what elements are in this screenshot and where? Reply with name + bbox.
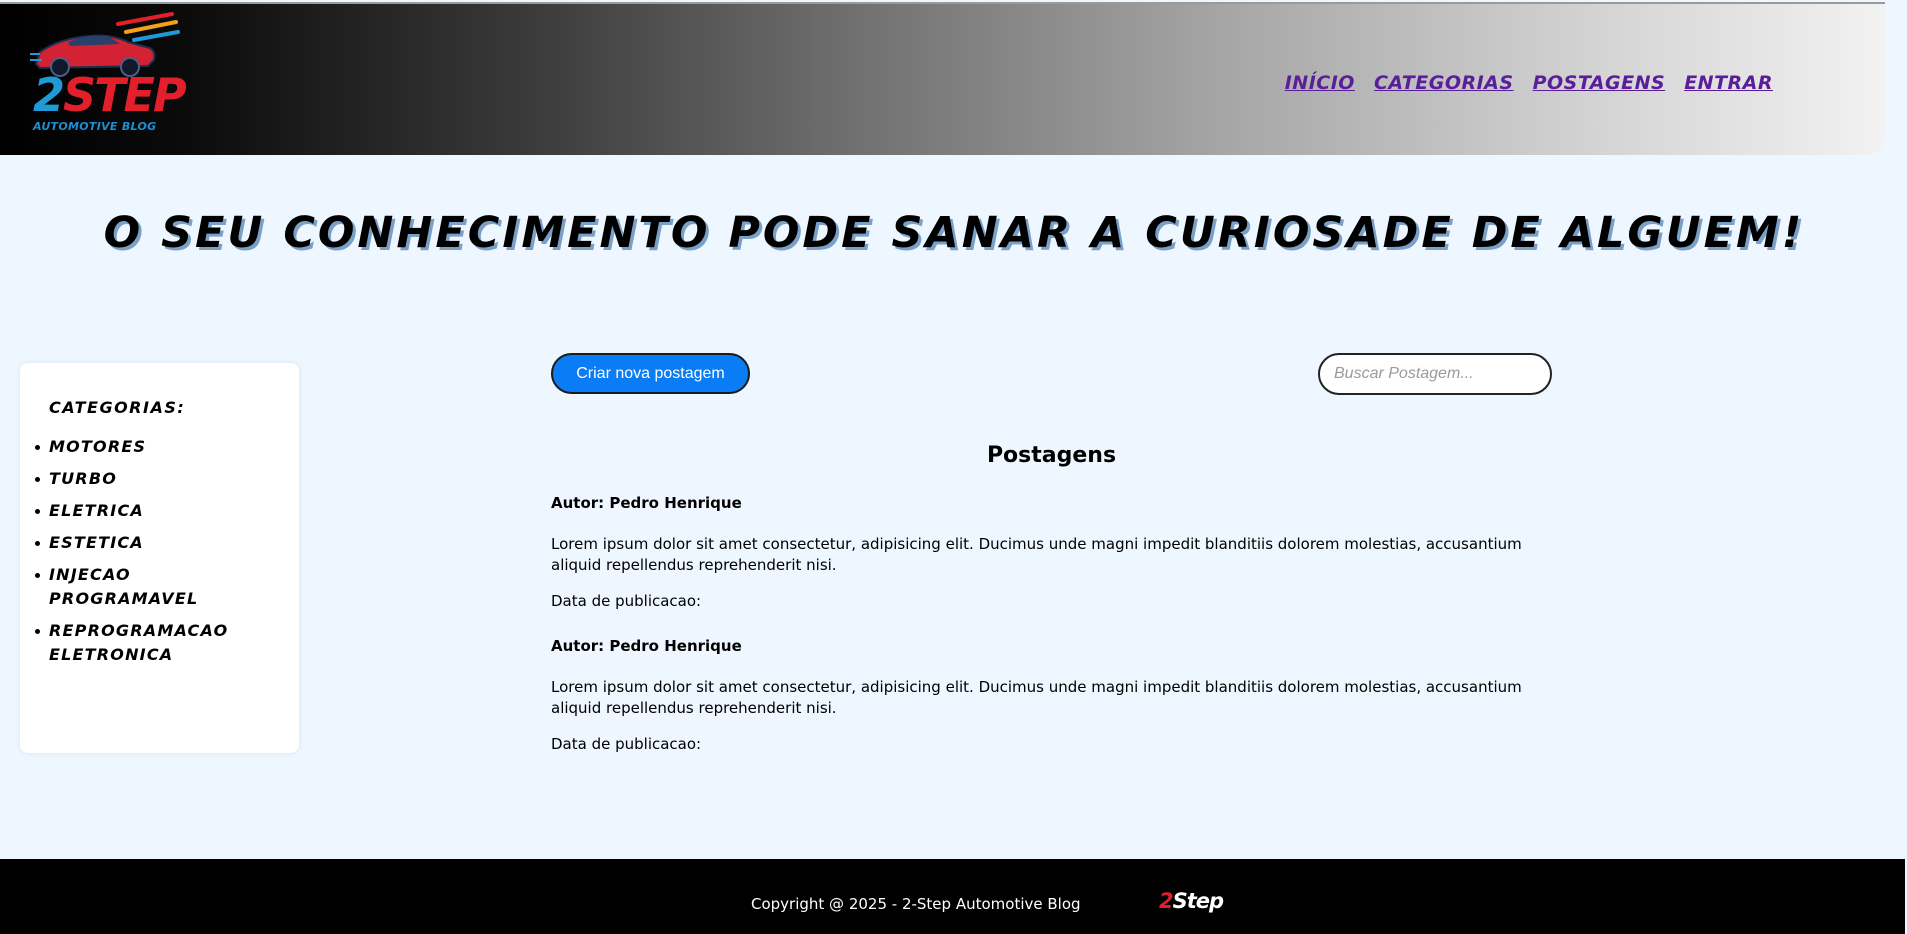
sidebar-item-eletrica[interactable]: ELETRICA xyxy=(35,499,284,523)
footer-copyright: Copyright @ 2025 - 2-Step Automotive Blo… xyxy=(751,895,1081,913)
post-author: Autor: Pedro Henrique xyxy=(551,494,742,512)
footer-logo: 2Step xyxy=(1159,889,1224,913)
post-date: Data de publicacao: xyxy=(551,592,702,610)
main-nav: INÍCIO CATEGORIAS POSTAGENS ENTRAR xyxy=(1285,72,1773,94)
create-post-button[interactable]: Criar nova postagem xyxy=(551,353,750,394)
post-body: Lorem ipsum dolor sit amet consectetur, … xyxy=(551,678,1522,717)
logo-word: STEP xyxy=(63,68,187,122)
post-body: Lorem ipsum dolor sit amet consectetur, … xyxy=(551,535,1522,574)
post-author: Autor: Pedro Henrique xyxy=(551,637,742,655)
hero-title: O SEU CONHECIMENTO PODE SANAR A CURIOSAD… xyxy=(103,208,1805,258)
footer-logo-number: 2 xyxy=(1159,889,1174,913)
site-footer: Copyright @ 2025 - 2-Step Automotive Blo… xyxy=(0,859,1905,934)
categories-sidebar: CATEGORIAS: MOTORES TURBO ELETRICA ESTET… xyxy=(20,363,299,753)
sidebar-item-motores[interactable]: MOTORES xyxy=(35,435,284,459)
sidebar-item-estetica[interactable]: ESTETICA xyxy=(35,531,284,555)
sidebar-title: CATEGORIAS: xyxy=(49,398,186,417)
search-input[interactable] xyxy=(1318,353,1552,395)
nav-link-entrar[interactable]: ENTRAR xyxy=(1684,72,1773,94)
posts-heading: Postagens xyxy=(986,443,1117,468)
categories-list: MOTORES TURBO ELETRICA ESTETICA INJECAO … xyxy=(35,435,284,675)
nav-link-categorias[interactable]: CATEGORIAS xyxy=(1374,72,1514,94)
post-item: Autor: Pedro Henrique Lorem ipsum dolor … xyxy=(551,637,1531,753)
logo-number: 2 xyxy=(33,68,65,122)
sidebar-item-injecao-programavel[interactable]: INJECAO PROGRAMAVEL xyxy=(35,563,284,611)
post-item: Autor: Pedro Henrique Lorem ipsum dolor … xyxy=(551,494,1531,610)
sidebar-item-turbo[interactable]: TURBO xyxy=(35,467,284,491)
footer-logo-word: Step xyxy=(1172,889,1224,913)
nav-link-inicio[interactable]: INÍCIO xyxy=(1285,72,1355,94)
site-header: 2STEP AUTOMOTIVE BLOG INÍCIO CATEGORIAS … xyxy=(0,2,1885,155)
logo-wordmark: 2STEP xyxy=(33,72,187,118)
logo-subtitle: AUTOMOTIVE BLOG xyxy=(33,120,157,133)
post-date: Data de publicacao: xyxy=(551,735,702,753)
nav-link-postagens[interactable]: POSTAGENS xyxy=(1533,72,1666,94)
sidebar-item-reprogramacao-eletronica[interactable]: REPROGRAMACAO ELETRONICA xyxy=(35,619,284,667)
